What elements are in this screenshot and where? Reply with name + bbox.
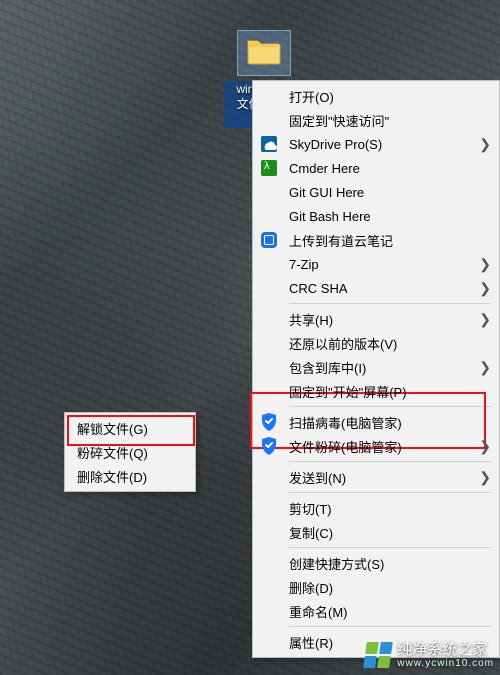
menu-item-label: 上传到有道云笔记 xyxy=(289,231,479,250)
menu-item[interactable]: 发送到(N)❯ xyxy=(253,465,499,489)
blank-icon xyxy=(259,381,279,401)
menu-item-label: 7-Zip xyxy=(289,257,479,272)
menu-item[interactable]: 上传到有道云笔记 xyxy=(253,228,499,252)
blank-icon xyxy=(259,182,279,202)
watermark-url: www.ycwin10.com xyxy=(397,658,494,669)
blank-icon xyxy=(259,553,279,573)
submenu-arrow-icon: ❯ xyxy=(479,136,491,153)
menu-item[interactable]: 文件粉碎(电脑管家)❯ xyxy=(253,434,499,458)
blank-icon xyxy=(259,498,279,518)
menu-item[interactable]: SkyDrive Pro(S)❯ xyxy=(253,132,499,156)
blank-icon xyxy=(259,601,279,621)
watermark-title: 纯净系统之家 xyxy=(397,641,487,658)
menu-item-label: 重命名(M) xyxy=(289,602,479,621)
menu-item[interactable]: CRC SHA❯ xyxy=(253,276,499,300)
menu-separator xyxy=(289,547,491,548)
menu-item-label: 共享(H) xyxy=(289,310,479,329)
submenu-item-label: 删除文件(D) xyxy=(77,467,187,486)
shield-icon xyxy=(259,436,279,456)
menu-item-label: 创建快捷方式(S) xyxy=(289,554,479,573)
blank-icon xyxy=(259,278,279,298)
menu-item-label: Git GUI Here xyxy=(289,185,479,200)
menu-item[interactable]: 复制(C) xyxy=(253,520,499,544)
menu-item-label: 复制(C) xyxy=(289,523,479,542)
submenu-item-label: 解锁文件(G) xyxy=(77,419,187,438)
menu-item-label: 固定到"开始"屏幕(P) xyxy=(289,382,479,401)
blank-icon xyxy=(259,333,279,353)
menu-item[interactable]: 固定到"快速访问" xyxy=(253,108,499,132)
menu-item[interactable]: 还原以前的版本(V) xyxy=(253,331,499,355)
menu-item[interactable]: 删除(D) xyxy=(253,575,499,599)
blank-icon xyxy=(259,632,279,652)
menu-item[interactable]: 重命名(M) xyxy=(253,599,499,623)
menu-item-label: 扫描病毒(电脑管家) xyxy=(289,413,479,432)
blank-icon xyxy=(259,577,279,597)
submenu-arrow-icon: ❯ xyxy=(479,469,491,486)
submenu-item[interactable]: 删除文件(D) xyxy=(65,464,195,488)
context-submenu: 解锁文件(G) 粉碎文件(Q) 删除文件(D) xyxy=(64,412,196,492)
cmder-icon xyxy=(259,158,279,178)
blank-icon xyxy=(259,110,279,130)
menu-item-label: SkyDrive Pro(S) xyxy=(289,137,479,152)
submenu-arrow-icon: ❯ xyxy=(479,280,491,297)
blank-icon xyxy=(259,522,279,542)
youdao-icon xyxy=(259,230,279,250)
menu-item-label: CRC SHA xyxy=(289,281,479,296)
menu-item-label: 还原以前的版本(V) xyxy=(289,334,479,353)
menu-item-label: 发送到(N) xyxy=(289,468,479,487)
menu-item-label: 文件粉碎(电脑管家) xyxy=(289,437,479,456)
menu-item-label: Git Bash Here xyxy=(289,209,479,224)
watermark-logo-icon xyxy=(363,642,393,668)
menu-item[interactable]: Git GUI Here xyxy=(253,180,499,204)
submenu-arrow-icon: ❯ xyxy=(479,256,491,273)
context-menu: 打开(O)固定到"快速访问"SkyDrive Pro(S)❯Cmder Here… xyxy=(252,80,500,658)
watermark: 纯净系统之家 www.ycwin10.com xyxy=(365,642,494,670)
menu-item[interactable]: Git Bash Here xyxy=(253,204,499,228)
menu-item[interactable]: 固定到"开始"屏幕(P) xyxy=(253,379,499,403)
blank-icon xyxy=(259,254,279,274)
submenu-item[interactable]: 粉碎文件(Q) xyxy=(65,440,195,464)
menu-item[interactable]: 包含到库中(I)❯ xyxy=(253,355,499,379)
skydrive-icon xyxy=(259,134,279,154)
menu-item[interactable]: 剪切(T) xyxy=(253,496,499,520)
menu-item[interactable]: 7-Zip❯ xyxy=(253,252,499,276)
submenu-item[interactable]: 解锁文件(G) xyxy=(65,416,195,440)
menu-separator xyxy=(289,492,491,493)
folder-icon xyxy=(237,30,291,76)
shield-icon xyxy=(259,412,279,432)
menu-separator xyxy=(289,626,491,627)
menu-item-label: 包含到库中(I) xyxy=(289,358,479,377)
submenu-arrow-icon: ❯ xyxy=(479,311,491,328)
blank-icon xyxy=(259,309,279,329)
submenu-arrow-icon: ❯ xyxy=(479,438,491,455)
blank-icon xyxy=(259,357,279,377)
blank-icon xyxy=(259,206,279,226)
menu-separator xyxy=(289,406,491,407)
menu-item-label: 删除(D) xyxy=(289,578,479,597)
submenu-item-label: 粉碎文件(Q) xyxy=(77,443,187,462)
menu-item[interactable]: Cmder Here xyxy=(253,156,499,180)
blank-icon xyxy=(259,86,279,106)
menu-separator xyxy=(289,303,491,304)
menu-item[interactable]: 打开(O) xyxy=(253,84,499,108)
menu-item[interactable]: 创建快捷方式(S) xyxy=(253,551,499,575)
menu-item-label: 固定到"快速访问" xyxy=(289,111,479,130)
submenu-arrow-icon: ❯ xyxy=(479,359,491,376)
menu-item-label: 打开(O) xyxy=(289,87,479,106)
menu-item[interactable]: 共享(H)❯ xyxy=(253,307,499,331)
menu-separator xyxy=(289,461,491,462)
menu-item-label: Cmder Here xyxy=(289,161,479,176)
menu-item[interactable]: 扫描病毒(电脑管家) xyxy=(253,410,499,434)
menu-item-label: 剪切(T) xyxy=(289,499,479,518)
blank-icon xyxy=(259,467,279,487)
